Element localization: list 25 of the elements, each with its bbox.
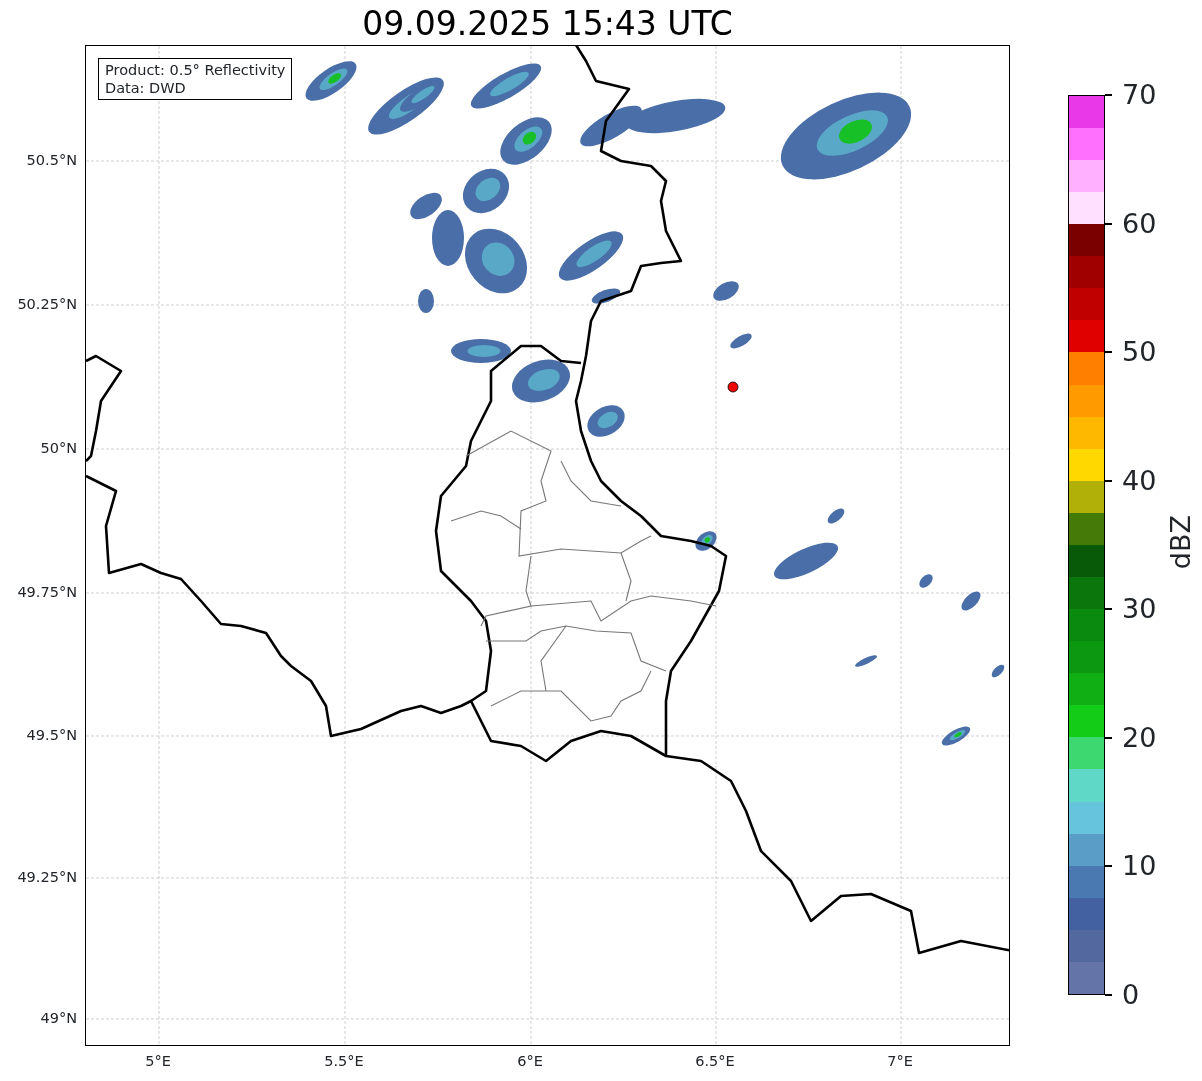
location-marker xyxy=(727,381,739,393)
colorbar-tick-label: 60 xyxy=(1122,208,1157,239)
longitude-label: 5°E xyxy=(145,1052,171,1070)
longitude-label: 7°E xyxy=(887,1052,913,1070)
longitude-label: 6.5°E xyxy=(695,1052,735,1070)
colorbar-tick-label: 20 xyxy=(1122,722,1157,753)
latitude-label: 50°N xyxy=(40,439,77,457)
colorbar-tick-label: 40 xyxy=(1122,465,1157,496)
latitude-label: 49.5°N xyxy=(26,726,77,744)
colorbar-tick-label: 10 xyxy=(1122,851,1157,882)
longitude-label: 6°E xyxy=(517,1052,543,1070)
colorbar-label: dBZ xyxy=(1166,515,1196,570)
legend-text: Product: 0.5° Reflectivity xyxy=(105,61,286,79)
latitude-label: 49.25°N xyxy=(17,868,77,886)
latitude-label: 49°N xyxy=(40,1009,77,1027)
latitude-label: 49.75°N xyxy=(17,583,77,601)
latitude-label: 50.5°N xyxy=(26,151,77,169)
chart-title: 09.09.2025 15:43 UTC xyxy=(361,3,734,45)
colorbar-tick-label: 30 xyxy=(1122,594,1157,625)
colorbar-tick-label: 50 xyxy=(1122,337,1157,368)
latitude-label: 50.25°N xyxy=(17,295,77,313)
colorbar-tick-label: 70 xyxy=(1122,80,1157,110)
legend-text: Data: DWD xyxy=(105,79,187,97)
colorbar-tick-label: 0 xyxy=(1122,980,1140,1010)
longitude-label: 5.5°E xyxy=(324,1052,364,1070)
